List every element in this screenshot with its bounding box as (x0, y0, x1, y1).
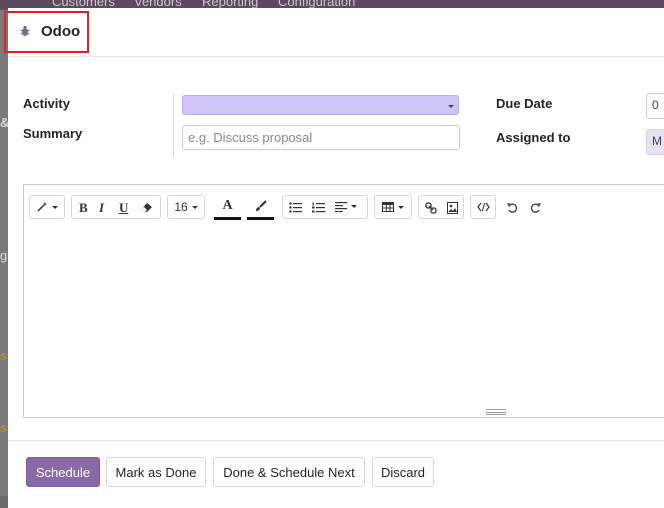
font-size-value: 16 (174, 200, 188, 214)
link-icon[interactable] (425, 202, 437, 214)
schedule-button[interactable]: Schedule (26, 457, 100, 487)
font-size-dropdown[interactable]: 16 (167, 195, 205, 219)
discard-button[interactable]: Discard (372, 457, 434, 487)
table-icon (382, 202, 394, 212)
undo-icon (506, 202, 517, 213)
code-view-icon (476, 202, 490, 212)
table-dropdown-button[interactable] (374, 195, 412, 219)
activity-select[interactable] (182, 95, 459, 115)
insert-group (418, 195, 464, 219)
align-left-icon (335, 202, 347, 212)
dialog-title: Odoo (41, 23, 81, 40)
image-icon[interactable] (447, 202, 458, 214)
editor-toolbar: B I U 16 A (24, 185, 664, 229)
editor-resize-handle[interactable] (486, 409, 506, 415)
assigned-to-select[interactable]: M (646, 129, 664, 155)
schedule-activity-dialog: Odoo Activity Summary Due Date Assigned … (4, 8, 664, 508)
font-style-group: B I U (71, 195, 161, 219)
mark-as-done-button[interactable]: Mark as Done (106, 457, 206, 487)
eraser-icon[interactable] (140, 202, 153, 213)
done-schedule-next-button[interactable]: Done & Schedule Next (213, 457, 365, 487)
bold-button[interactable]: B (79, 200, 88, 216)
magic-wand-icon (37, 202, 47, 212)
assigned-to-label: Assigned to (496, 130, 571, 145)
bg-fragment: g (0, 248, 8, 263)
ordered-list-icon[interactable] (312, 202, 325, 213)
note-editor[interactable]: B I U 16 A (23, 184, 664, 418)
align-dropdown-button[interactable] (335, 201, 357, 212)
paragraph-group (282, 195, 368, 219)
redo-button[interactable] (527, 195, 543, 219)
undo-button[interactable] (504, 195, 520, 219)
summary-input[interactable] (182, 125, 460, 150)
summary-label: Summary (23, 126, 83, 141)
dialog-header: Odoo (4, 8, 664, 57)
italic-button[interactable]: I (99, 200, 104, 216)
due-date-label: Due Date (496, 96, 553, 111)
unordered-list-icon[interactable] (289, 202, 302, 213)
redo-icon (530, 202, 541, 213)
dialog-footer-divider (8, 440, 664, 441)
activity-label: Activity (23, 96, 70, 111)
style-dropdown-button[interactable] (29, 195, 65, 219)
due-date-input[interactable]: 0 (646, 93, 664, 119)
background-left-strip: & g st st (0, 10, 12, 496)
chevron-down-icon (448, 105, 454, 108)
underline-button[interactable]: U (119, 200, 128, 216)
font-color-button[interactable]: A (214, 195, 241, 220)
paintbrush-icon (255, 200, 267, 211)
bug-icon (20, 25, 30, 36)
code-view-button[interactable] (470, 195, 496, 219)
background-color-button[interactable] (247, 195, 274, 220)
label-separator (173, 94, 174, 156)
